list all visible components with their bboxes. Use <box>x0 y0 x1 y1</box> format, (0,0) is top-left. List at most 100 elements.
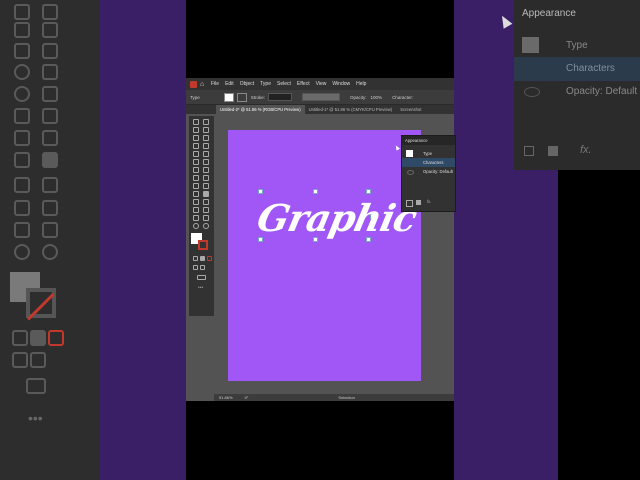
rectangle-tool-icon[interactable] <box>193 151 199 157</box>
tab-bar-left <box>186 105 216 114</box>
zoom-tool-icon[interactable] <box>203 223 209 229</box>
direct-selection-tool-icon[interactable] <box>203 119 209 125</box>
zoom-symbol-sprayer-icon <box>14 200 30 216</box>
bbox-handle-tm[interactable] <box>313 189 318 194</box>
status-zoom[interactable]: 51.86% <box>219 395 233 400</box>
artboard-tool-icon[interactable] <box>193 215 199 221</box>
add-new-effect-icon[interactable]: fx. <box>427 199 431 204</box>
zoom-slice-icon <box>42 222 58 238</box>
control-opacity-label: Opacity: <box>350 94 367 100</box>
zoom-perspective-icon <box>42 130 58 146</box>
line-tool-icon[interactable] <box>203 143 209 149</box>
menu-edit[interactable]: Edit <box>225 81 234 87</box>
screen-mode-icon[interactable] <box>197 275 206 280</box>
zoomed-opacity-label: Opacity: <box>566 86 603 97</box>
curvature-tool-icon[interactable] <box>203 135 209 141</box>
add-new-stroke-icon[interactable] <box>406 200 413 207</box>
draw-behind-icon[interactable] <box>200 265 205 270</box>
slice-tool-icon[interactable] <box>203 215 209 221</box>
type-tool-icon[interactable] <box>193 143 199 149</box>
zoom-scale-icon <box>42 86 58 102</box>
stroke-weight-field[interactable] <box>268 93 293 101</box>
zoomed-type-label: Type <box>566 40 588 51</box>
document-tabs: Untitled-2* @ 51.86 % (RGB/CPU Preview) … <box>216 105 454 114</box>
perspective-grid-tool-icon[interactable] <box>203 183 209 189</box>
lasso-tool-icon[interactable] <box>203 127 209 133</box>
zoom-graph-icon <box>42 200 58 216</box>
zoom-shape-builder-icon <box>14 130 30 146</box>
mesh-tool-icon[interactable] <box>193 191 199 197</box>
none-mode-icon[interactable] <box>207 256 212 261</box>
zoom-pencil-icon <box>42 43 58 59</box>
control-opacity-value[interactable]: 100% <box>371 95 383 100</box>
appearance-opacity-label: Opacity: <box>423 169 439 174</box>
app-logo-icon <box>190 80 197 88</box>
zoom-eraser-icon <box>42 64 58 80</box>
appearance-type-swatch <box>406 150 413 157</box>
gradient-mode-icon[interactable] <box>200 256 205 261</box>
appearance-type-label: Type <box>423 151 433 156</box>
appearance-characters-row[interactable]: Characters <box>402 158 455 167</box>
edit-toolbar-icon[interactable]: ••• <box>198 285 203 291</box>
zoom-screen-mode-icon <box>26 378 46 394</box>
zoomed-characters-row[interactable]: Characters <box>514 57 640 81</box>
scale-tool-icon[interactable] <box>203 167 209 173</box>
menu-file[interactable]: File <box>211 81 219 87</box>
status-bar: 51.86% 0° Selection <box>214 394 454 401</box>
blend-tool-icon[interactable] <box>203 199 209 205</box>
appearance-opacity-row[interactable]: Opacity: Default <box>402 167 455 176</box>
free-transform-tool-icon[interactable] <box>203 175 209 181</box>
menu-select[interactable]: Select <box>277 81 291 87</box>
draw-normal-icon[interactable] <box>193 265 198 270</box>
zoom-line-icon <box>42 22 58 38</box>
selection-tool-icon[interactable] <box>193 119 199 125</box>
symbol-sprayer-tool-icon[interactable] <box>193 207 199 213</box>
menu-help[interactable]: Help <box>356 81 366 87</box>
shape-builder-tool-icon[interactable] <box>193 183 199 189</box>
graphic-text-object[interactable]: Graphic <box>253 196 420 240</box>
magic-wand-tool-icon[interactable] <box>193 127 199 133</box>
pen-tool-icon[interactable] <box>193 135 199 141</box>
warp-tool-icon[interactable] <box>193 175 199 181</box>
zoomed-fx-icon: fx. <box>580 144 592 156</box>
rotate-tool-icon[interactable] <box>193 167 199 173</box>
appearance-panel-title: Appearance <box>402 136 455 145</box>
shaper-tool-icon[interactable] <box>193 159 199 165</box>
status-rotation[interactable]: 0° <box>245 395 249 400</box>
zoomed-appearance-footer: fx. <box>522 144 640 158</box>
zoom-color-mode-icon <box>12 330 28 346</box>
hand-tool-icon[interactable] <box>193 223 199 229</box>
zoom-zoom-icon <box>42 244 58 260</box>
menu-effect[interactable]: Effect <box>297 81 310 87</box>
artboard[interactable] <box>228 130 421 381</box>
color-mode-icon[interactable] <box>193 256 198 261</box>
home-icon[interactable]: ⌂ <box>200 81 207 88</box>
fill-color-swatch[interactable] <box>223 92 234 102</box>
zoom-brush-icon <box>42 4 58 20</box>
brush-definition-field[interactable] <box>302 93 341 101</box>
stroke-color-swatch[interactable] <box>236 92 247 102</box>
bbox-handle-tr[interactable] <box>366 189 371 194</box>
zoomed-appearance-title: Appearance <box>522 8 576 19</box>
appearance-visibility-eye-icon[interactable] <box>407 170 414 175</box>
eyedropper-tool-icon[interactable] <box>193 199 199 205</box>
graph-tool-icon[interactable] <box>203 207 209 213</box>
menu-window[interactable]: Window <box>332 81 350 87</box>
add-new-fill-icon[interactable] <box>416 200 421 205</box>
zoom-more-tools-icon: ••• <box>28 410 43 426</box>
tab-untitled-1[interactable]: Untitled-1* @ 51.86 % (CMYK/CPU Preview) <box>305 105 397 114</box>
bbox-handle-tl[interactable] <box>258 189 263 194</box>
appearance-opacity-value: Default <box>439 169 453 174</box>
tab-screenshot[interactable]: Screenshot <box>396 105 425 114</box>
appearance-type-row[interactable]: Type <box>402 149 455 158</box>
eraser-tool-icon[interactable] <box>203 159 209 165</box>
appearance-panel: Appearance Type Characters Opacity: Defa… <box>401 135 456 212</box>
paintbrush-tool-icon[interactable] <box>203 151 209 157</box>
menu-view[interactable]: View <box>316 81 327 87</box>
menu-object[interactable]: Object <box>240 81 254 87</box>
stroke-swatch[interactable] <box>198 240 208 250</box>
tab-untitled-2[interactable]: Untitled-2* @ 51.86 % (RGB/CPU Preview) <box>216 105 305 114</box>
menu-type[interactable]: Type <box>260 81 271 87</box>
illustrator-window: ⌂ File Edit Object Type Select Effect Vi… <box>186 78 454 401</box>
gradient-tool-icon[interactable] <box>203 191 209 197</box>
